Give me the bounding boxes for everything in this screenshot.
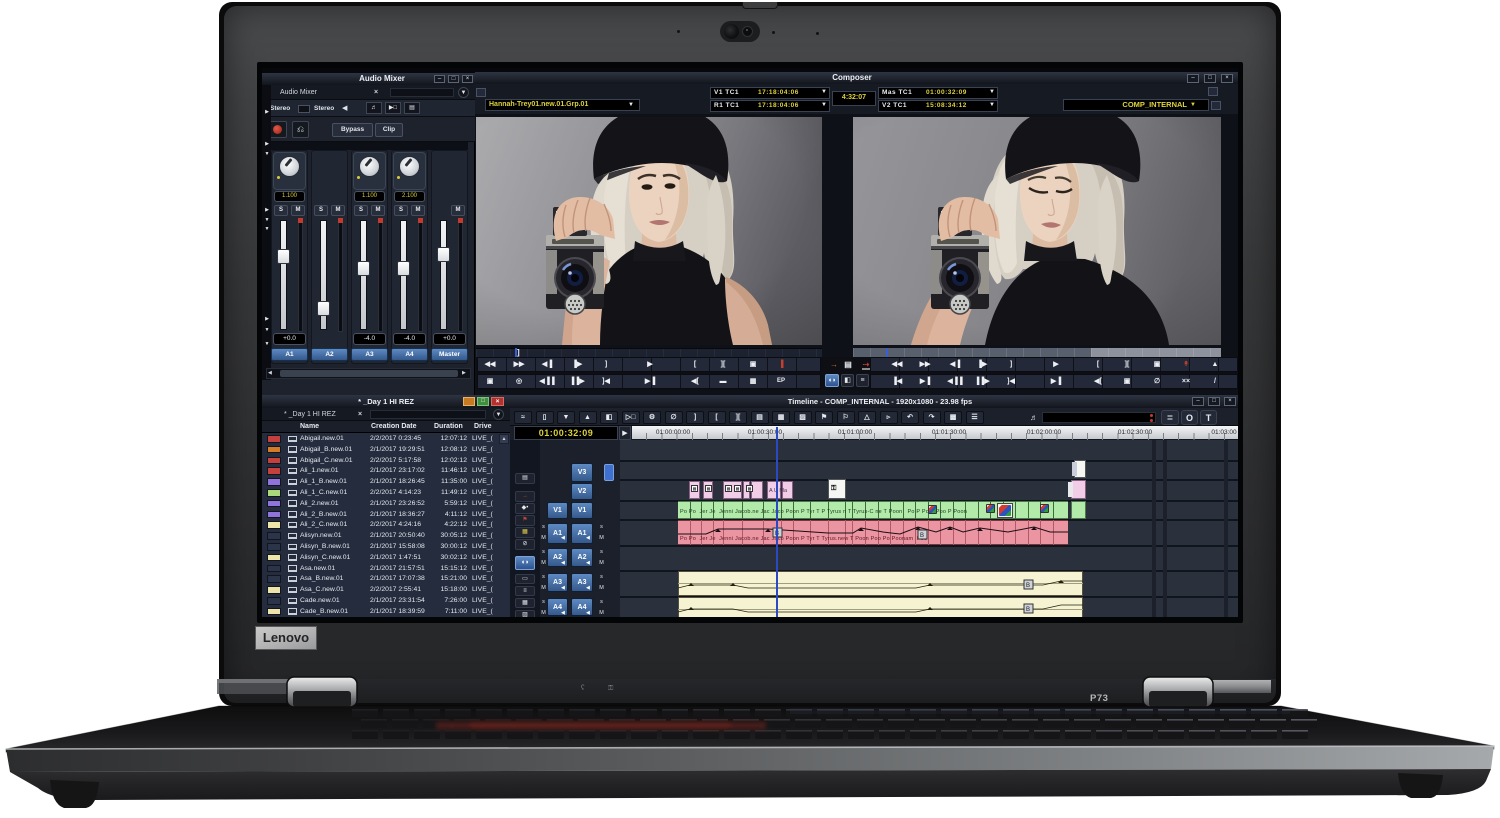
svg-text:B: B	[920, 533, 924, 539]
svg-text:B: B	[1026, 607, 1030, 613]
svg-text:B: B	[1026, 583, 1030, 589]
